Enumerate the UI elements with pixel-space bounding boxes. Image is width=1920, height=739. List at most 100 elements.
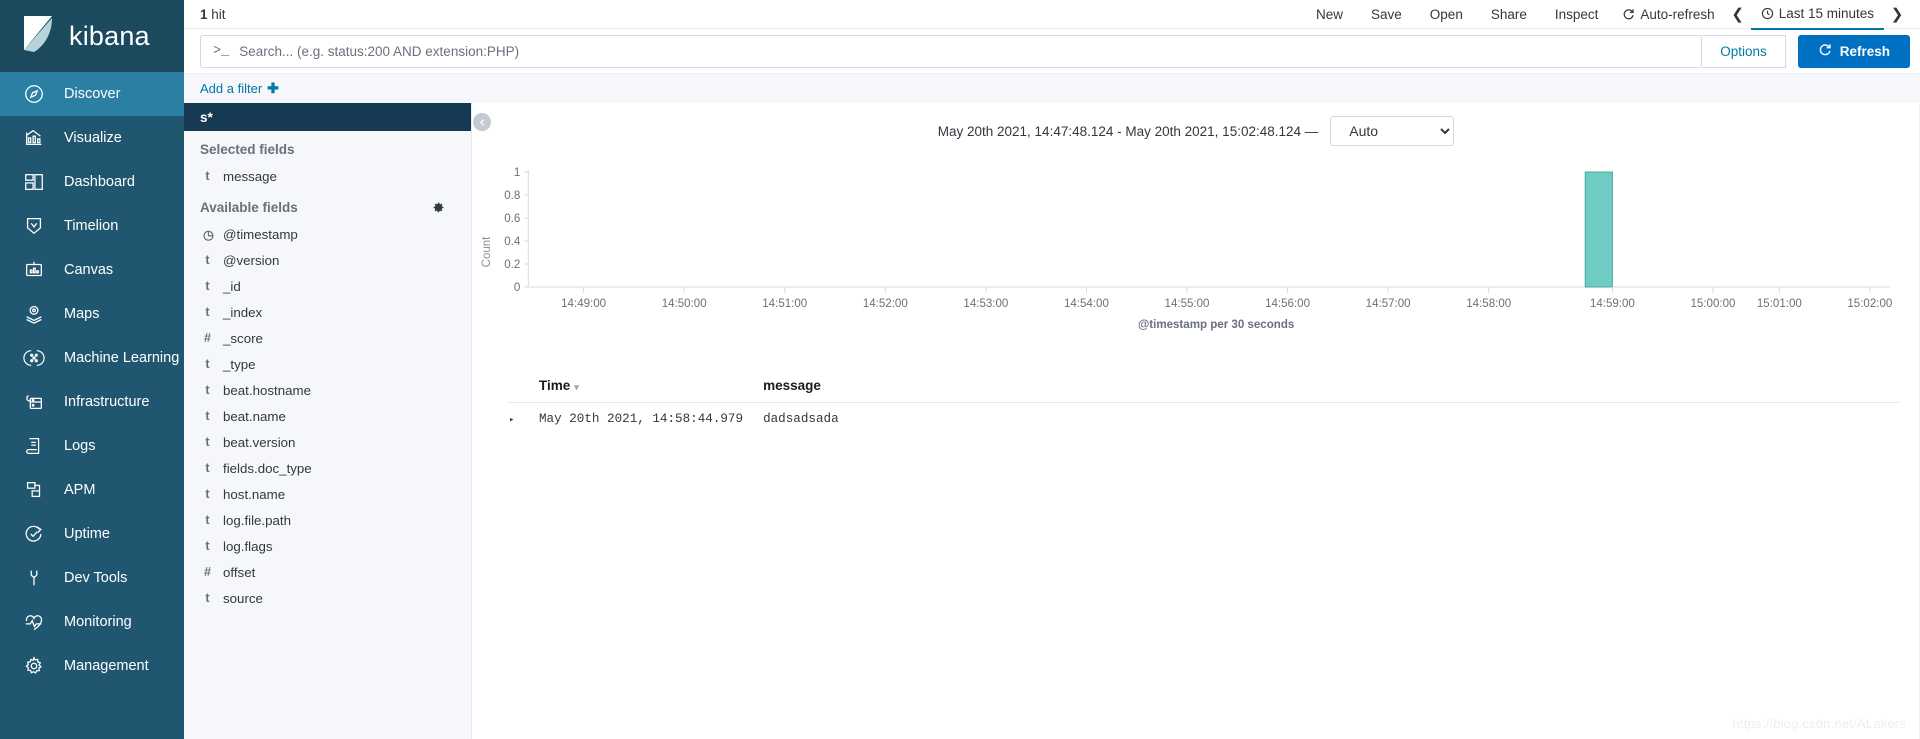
sidebar-item-infrastructure[interactable]: Infrastructure — [0, 380, 184, 424]
next-time-button[interactable]: ❯ — [1884, 5, 1910, 23]
expand-row-button[interactable]: ▸ — [507, 403, 529, 436]
histogram-svg[interactable]: Count 1 0.8 0.6 0.4 0.2 0 14:49:00 14:50… — [472, 152, 1900, 347]
date-range-picker[interactable]: Last 15 minutes — [1750, 0, 1884, 30]
prev-time-button[interactable]: ❮ — [1725, 5, 1751, 23]
bar-chart-icon — [22, 126, 46, 150]
histogram-chart: Count 1 0.8 0.6 0.4 0.2 0 14:49:00 14:50… — [472, 152, 1920, 352]
x-tick: 14:58:00 — [1466, 298, 1511, 310]
field-name: log.file.path — [223, 512, 292, 528]
y-tick: 0.2 — [504, 259, 520, 271]
y-tick: 1 — [514, 167, 520, 179]
refresh-button-label: Refresh — [1839, 43, 1890, 59]
sidebar-item-dev-tools[interactable]: Dev Tools — [0, 556, 184, 600]
sidebar-item-label: Canvas — [64, 262, 114, 278]
table-row[interactable]: ▸ May 20th 2021, 14:58:44.979 dadsadsada — [507, 403, 1900, 436]
available-fields-list: ◷ @timestamp t @version t _id t _index #… — [184, 221, 471, 611]
cell-time: May 20th 2021, 14:58:44.979 — [539, 412, 744, 426]
field-item-score[interactable]: # _score — [184, 325, 471, 351]
doc-table-head: Time ▾ message — [507, 370, 1900, 403]
hit-count: 1 hit — [200, 7, 226, 22]
field-item-beat-version[interactable]: t beat.version — [184, 429, 471, 455]
field-item-type[interactable]: t _type — [184, 351, 471, 377]
field-item-index[interactable]: t _index — [184, 299, 471, 325]
sidebar-item-discover[interactable]: Discover — [0, 72, 184, 116]
available-fields-title: Available fields — [200, 200, 298, 215]
open-button[interactable]: Open — [1416, 0, 1477, 29]
field-type-icon: t — [205, 279, 210, 293]
column-header-message-label: message — [763, 378, 821, 393]
field-item-offset[interactable]: # offset — [184, 559, 471, 585]
share-button[interactable]: Share — [1477, 0, 1541, 29]
field-item-host-name[interactable]: t host.name — [184, 481, 471, 507]
kibana-logo[interactable]: kibana — [0, 0, 184, 72]
search-input[interactable]: >_ Search... (e.g. status:200 AND extens… — [200, 34, 1703, 68]
field-name: fields.doc_type — [223, 460, 312, 476]
add-filter-button[interactable]: Add a filter ✚ — [200, 80, 279, 97]
field-item-version[interactable]: t @version — [184, 247, 471, 273]
auto-refresh-button[interactable]: Auto-refresh — [1612, 0, 1724, 29]
watermark-text: https://blog.csdn.net/ALakers — [1732, 716, 1906, 731]
sort-caret-icon[interactable]: ▾ — [574, 382, 579, 392]
sidebar-item-logs[interactable]: Logs — [0, 424, 184, 468]
index-pattern-selector[interactable]: s* — [184, 103, 471, 131]
column-header-message[interactable]: message — [753, 370, 1900, 403]
field-item-beat-name[interactable]: t beat.name — [184, 403, 471, 429]
field-type-icon: t — [205, 539, 210, 553]
chevron-right-icon: ▸ — [509, 415, 515, 425]
field-name: beat.name — [223, 408, 286, 424]
gear-icon[interactable] — [432, 201, 445, 214]
documents-table: Time ▾ message ▸ May 20th 2021, 14:58:44… — [472, 370, 1920, 435]
refresh-button[interactable]: Refresh — [1797, 34, 1910, 68]
sidebar-item-canvas[interactable]: Canvas — [0, 248, 184, 292]
field-item-fields-doc-type[interactable]: t fields.doc_type — [184, 455, 471, 481]
sidebar-item-apm[interactable]: APM — [0, 468, 184, 512]
field-item-beat-hostname[interactable]: t beat.hostname — [184, 377, 471, 403]
dashboard-icon — [22, 170, 46, 194]
y-tick: 0.8 — [504, 190, 520, 202]
sidebar-item-label: Machine Learning — [64, 350, 180, 366]
cell-message: dadsadsada — [763, 412, 839, 426]
x-tick-labels: 14:49:00 14:50:00 14:51:00 14:52:00 14:5… — [561, 287, 1892, 310]
field-type-icon: t — [205, 253, 210, 267]
y-tick: 0 — [514, 282, 520, 294]
histogram-bar[interactable] — [1584, 171, 1613, 288]
sidebar-item-machine-learning[interactable]: Machine Learning — [0, 336, 184, 380]
field-item-log-flags[interactable]: t log.flags — [184, 533, 471, 559]
sidebar-item-management[interactable]: Management — [0, 644, 184, 688]
options-button[interactable]: Options — [1702, 34, 1786, 68]
collapse-sidebar-button[interactable] — [473, 113, 491, 131]
sidebar-item-label: Dashboard — [64, 174, 135, 190]
sidebar-item-label: Uptime — [64, 526, 110, 542]
field-name: offset — [223, 564, 256, 580]
sidebar-item-label: Infrastructure — [64, 394, 150, 410]
field-type-icon: ◷ — [203, 227, 214, 242]
field-item-timestamp[interactable]: ◷ @timestamp — [184, 221, 471, 247]
sidebar-item-visualize[interactable]: Visualize — [0, 116, 184, 160]
interval-select[interactable]: Auto — [1330, 116, 1455, 146]
column-header-time-label: Time — [539, 378, 571, 393]
table-header-row: Time ▾ message — [507, 370, 1900, 403]
sidebar-item-label: Visualize — [64, 130, 122, 146]
save-button[interactable]: Save — [1357, 0, 1416, 29]
doc-table: Time ▾ message ▸ May 20th 2021, 14:58:44… — [507, 370, 1900, 435]
available-fields-header: Available fields — [184, 189, 471, 221]
sidebar-item-dashboard[interactable]: Dashboard — [0, 160, 184, 204]
sidebar-item-maps[interactable]: Maps — [0, 292, 184, 336]
plus-icon: ✚ — [267, 80, 279, 96]
inspect-button[interactable]: Inspect — [1541, 0, 1613, 29]
heartbeat-icon — [22, 610, 46, 634]
wrench-icon — [22, 566, 46, 590]
field-name: @timestamp — [223, 226, 298, 242]
field-item-id[interactable]: t _id — [184, 273, 471, 299]
column-header-time[interactable]: Time ▾ — [529, 370, 754, 403]
sidebar-item-timelion[interactable]: Timelion — [0, 204, 184, 248]
sidebar-item-label: Management — [64, 658, 149, 674]
field-item-source[interactable]: t source — [184, 585, 471, 611]
sidebar-item-monitoring[interactable]: Monitoring — [0, 600, 184, 644]
canvas-icon — [22, 258, 46, 282]
field-type-icon: t — [205, 513, 210, 527]
field-item-message[interactable]: t message — [184, 163, 471, 189]
sidebar-item-uptime[interactable]: Uptime — [0, 512, 184, 556]
new-button[interactable]: New — [1302, 0, 1357, 29]
field-item-log-file-path[interactable]: t log.file.path — [184, 507, 471, 533]
